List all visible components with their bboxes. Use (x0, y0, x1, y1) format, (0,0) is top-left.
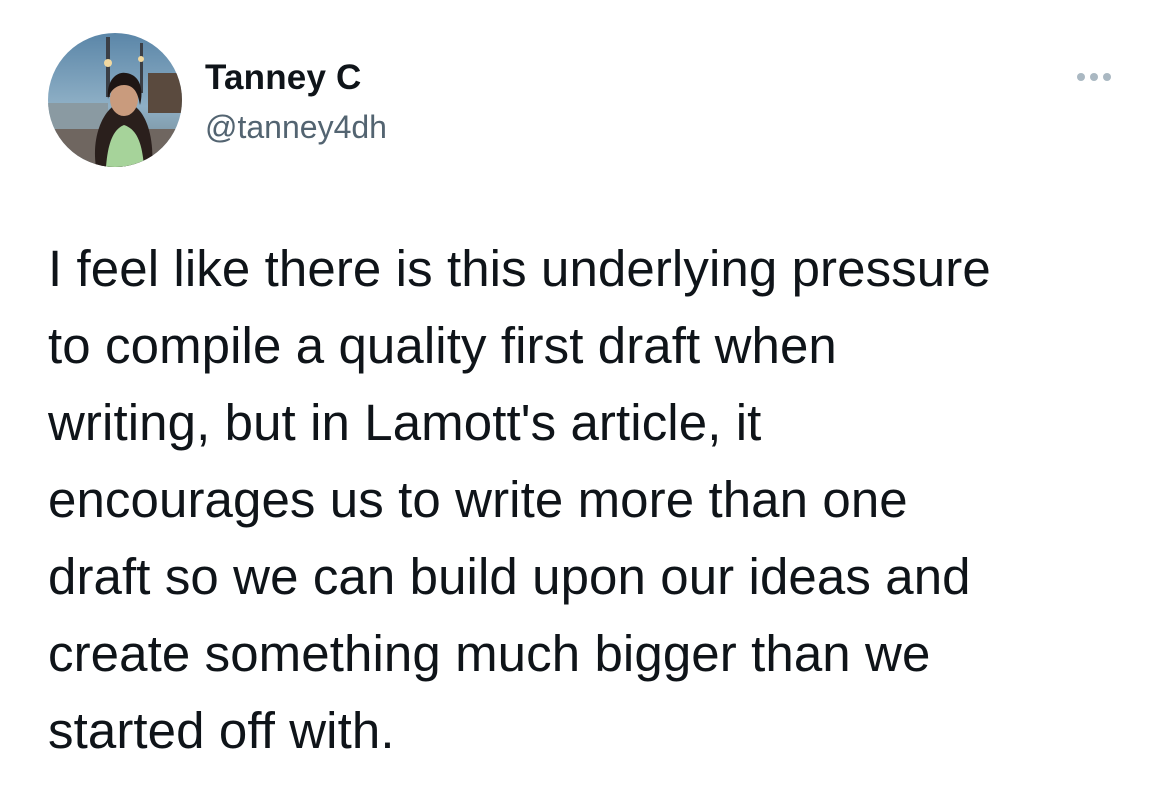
tweet-text-line: encourages us to write more than one (48, 471, 908, 528)
author-handle[interactable]: @tanney4dh (205, 108, 387, 146)
tweet-text-line: I feel like there is this underlying pre… (48, 240, 991, 297)
tweet-text: I feel like there is this underlying pre… (48, 230, 1128, 769)
tweet-card: Tanney C @tanney4dh I feel like there is… (0, 0, 1170, 799)
tweet-text-line: writing, but in Lamott's article, it (48, 394, 762, 451)
author-display-name[interactable]: Tanney C (205, 58, 387, 98)
dot (1090, 73, 1098, 81)
tweet-text-line: create something much bigger than we (48, 625, 931, 682)
dot (1077, 73, 1085, 81)
more-options-icon[interactable] (1068, 62, 1120, 92)
profile-photo-icon (48, 33, 182, 167)
author-info: Tanney C @tanney4dh (205, 58, 387, 146)
tweet-text-line: draft so we can build upon our ideas and (48, 548, 971, 605)
tweet-text-line: to compile a quality first draft when (48, 317, 837, 374)
dot (1103, 73, 1111, 81)
tweet-text-line: started off with. (48, 702, 395, 759)
avatar[interactable] (48, 33, 182, 167)
